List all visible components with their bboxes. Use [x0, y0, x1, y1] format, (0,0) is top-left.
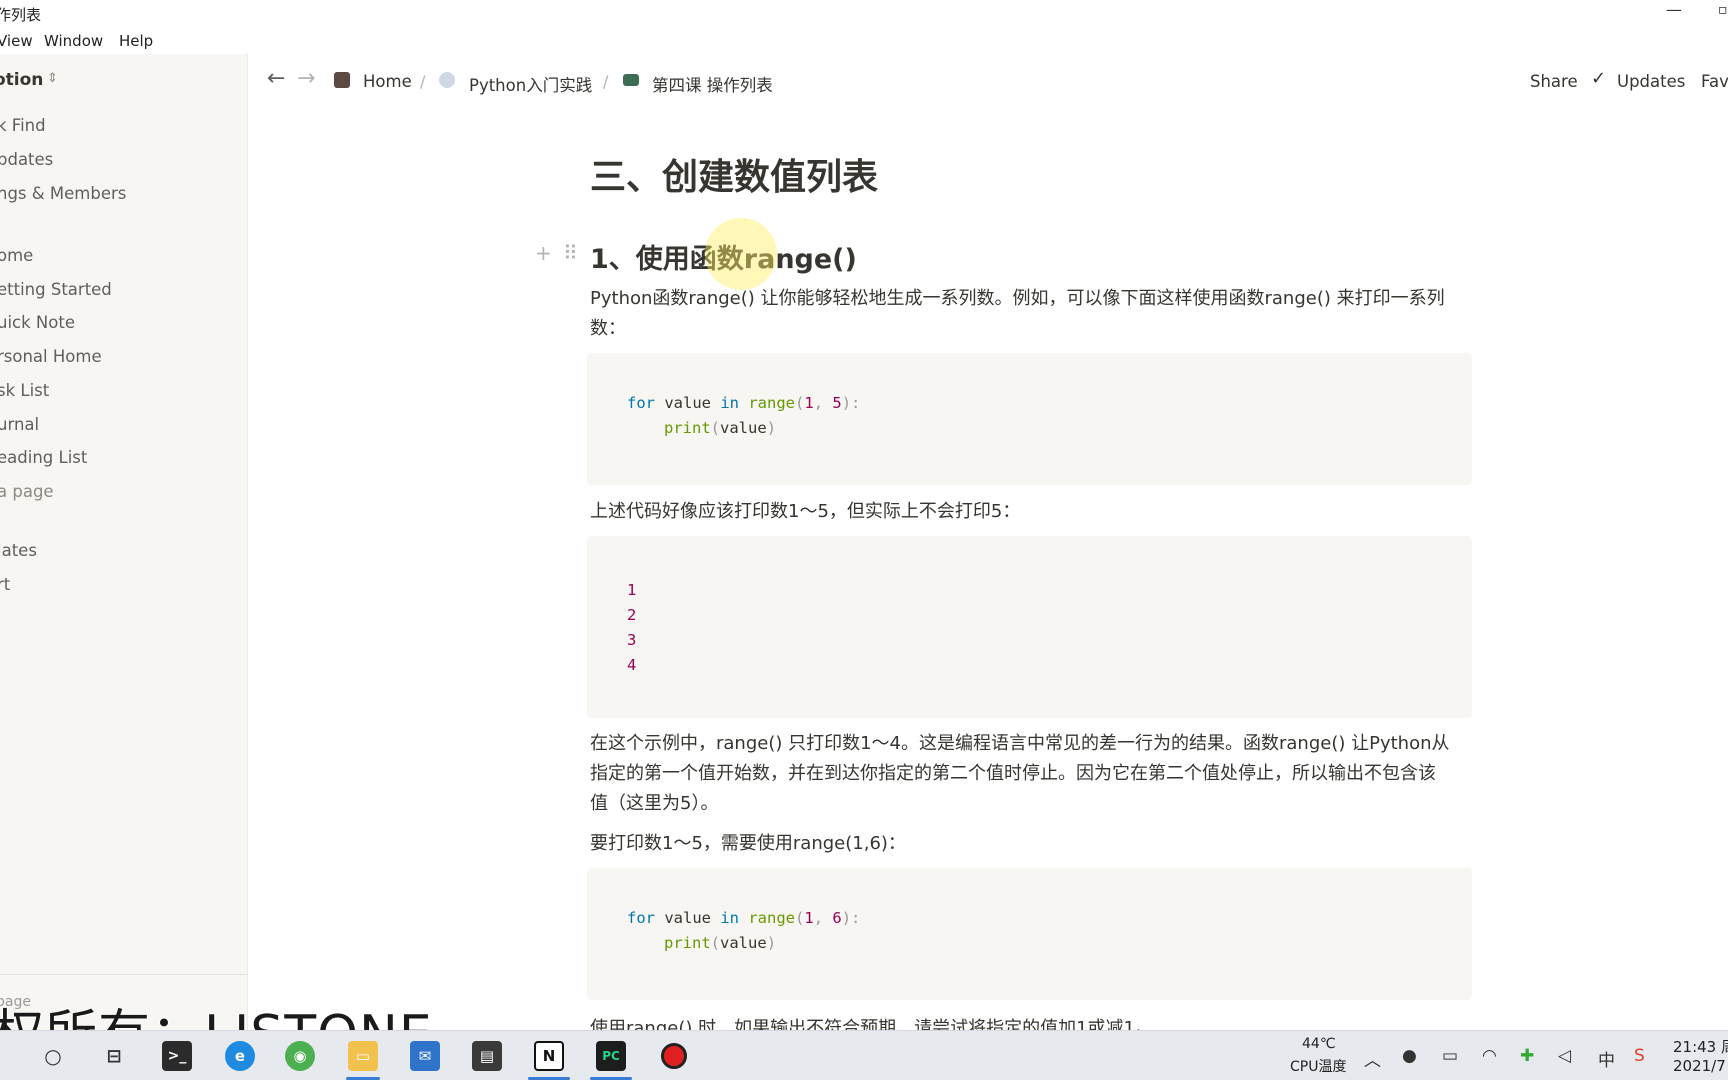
share-button[interactable]: Share: [1530, 72, 1578, 91]
drag-handle-icon[interactable]: ⠿: [563, 241, 578, 265]
store-icon[interactable]: ▤: [472, 1041, 502, 1071]
code-line: print(value): [664, 934, 777, 952]
top-bar: ← → Home / Python入门实践 / 第四课 操作列表 Share ✓…: [249, 54, 1728, 114]
lesson-page-icon: [623, 74, 639, 86]
sidebar-item-settings[interactable]: ngs & Members: [0, 184, 126, 203]
sidebar-item-import[interactable]: rt: [0, 575, 10, 594]
search-icon[interactable]: ○: [38, 1041, 68, 1071]
task-view-icon[interactable]: ⊟: [99, 1041, 129, 1071]
sidebar-item-templates[interactable]: lates: [0, 541, 37, 560]
code-line: for value in range(1, 6):: [627, 909, 861, 927]
menu-help[interactable]: Help: [119, 32, 153, 50]
cursor-highlight: [705, 218, 777, 290]
pycharm-icon[interactable]: PC: [596, 1041, 626, 1071]
forward-arrow-icon[interactable]: →: [297, 66, 315, 91]
record-icon[interactable]: [659, 1041, 689, 1071]
heading-1: 三、创建数值列表: [590, 157, 879, 198]
code-line: print(value): [664, 419, 777, 437]
code-line: for value in range(1, 5):: [627, 394, 861, 412]
sidebar-item-journal[interactable]: urnal: [0, 415, 39, 434]
wifi-icon[interactable]: ◠: [1482, 1046, 1497, 1066]
minimize-button[interactable]: —: [1666, 0, 1682, 19]
clock-time[interactable]: 21:43 周: [1673, 1036, 1728, 1057]
workspace-switcher[interactable]: otion: [0, 70, 43, 90]
home-page-icon: [334, 72, 350, 88]
terminal-icon[interactable]: >_: [162, 1041, 192, 1071]
security-icon[interactable]: ✚: [1520, 1046, 1534, 1066]
sidebar-item-reading-list[interactable]: eading List: [0, 448, 87, 467]
chevron-updown-icon[interactable]: ⇕: [47, 71, 58, 86]
back-arrow-icon[interactable]: ←: [267, 66, 285, 91]
cpu-temperature: 44℃: [1302, 1036, 1336, 1052]
output-line: 1: [627, 581, 637, 599]
code-block[interactable]: for value in range(1, 6): print(value): [587, 868, 1472, 1000]
output-line: 3: [627, 631, 637, 649]
paragraph: 在这个示例中，range() 只打印数1～4。这是编程语言中常见的差一行为的结果…: [590, 733, 1450, 814]
notion-icon[interactable]: N: [534, 1041, 564, 1071]
check-icon: ✓: [1591, 68, 1607, 89]
updates-button[interactable]: Updates: [1617, 72, 1685, 91]
paragraph: 上述代码好像应该打印数1～5，但实际上不会打印5：: [590, 501, 1021, 522]
menu-view[interactable]: View: [0, 32, 33, 50]
favorite-button[interactable]: Favo: [1701, 72, 1728, 91]
sidebar-item-home[interactable]: ome: [0, 246, 33, 265]
breadcrumb-lesson[interactable]: 第四课 操作列表: [652, 72, 773, 96]
breadcrumb-home[interactable]: Home: [363, 72, 412, 91]
chevron-up-icon[interactable]: ︿: [1364, 1046, 1381, 1071]
qq-icon[interactable]: ●: [1402, 1046, 1417, 1066]
python-page-icon: [439, 72, 455, 88]
breadcrumb-separator: /: [420, 72, 426, 91]
sidebar-add-page[interactable]: a page: [0, 482, 54, 501]
sidebar-item-personal-home[interactable]: rsonal Home: [0, 347, 102, 366]
sidebar-item-task-list[interactable]: sk List: [0, 381, 49, 400]
code-block[interactable]: for value in range(1, 5): print(value): [587, 353, 1472, 485]
maximize-button[interactable]: ▫: [1718, 2, 1728, 18]
title-bar: 作列表 — ▫: [0, 0, 1728, 28]
sidebar-divider: [0, 974, 247, 975]
output-block[interactable]: 1 2 3 4: [587, 536, 1472, 718]
paragraph: 要打印数1～5，需要使用range(1,6)：: [590, 833, 906, 854]
mail-icon[interactable]: ✉: [410, 1041, 440, 1071]
sidebar-item-updates[interactable]: pdates: [0, 150, 53, 169]
file-explorer-icon[interactable]: ▭: [348, 1041, 378, 1071]
edge-icon[interactable]: e: [225, 1041, 255, 1071]
breadcrumb-python[interactable]: Python入门实践: [469, 72, 592, 96]
sogou-icon[interactable]: S: [1634, 1046, 1645, 1066]
sidebar-item-quick-find[interactable]: k Find: [0, 116, 46, 135]
window-title: 作列表: [0, 6, 42, 24]
volume-icon[interactable]: ◁: [1558, 1046, 1571, 1066]
battery-icon[interactable]: ▭: [1442, 1046, 1458, 1066]
output-line: 4: [627, 656, 637, 674]
cpu-label: CPU温度: [1290, 1059, 1347, 1075]
chrome-icon[interactable]: ◉: [285, 1041, 315, 1071]
sidebar: otion ⇕ k Find pdates ngs & Members ome …: [0, 54, 248, 1030]
output-line: 2: [627, 606, 637, 624]
menu-bar: View Window Help: [0, 28, 1728, 54]
sidebar-item-quick-note[interactable]: uick Note: [0, 313, 75, 332]
sidebar-item-getting-started[interactable]: etting Started: [0, 280, 112, 299]
taskbar: ○ ⊟ >_ e ◉ ▭ ✉ ▤ N PC 44℃ CPU温度 ︿ ● ▭ ◠ …: [0, 1030, 1728, 1080]
clock-date[interactable]: 2021/7: [1673, 1057, 1726, 1075]
ime-indicator[interactable]: 中: [1598, 1046, 1615, 1071]
menu-window[interactable]: Window: [44, 32, 103, 50]
breadcrumb-separator: /: [603, 72, 609, 91]
paragraph: Python函数range() 让你能够轻松地生成一系列数。例如，可以像下面这样…: [590, 288, 1445, 339]
add-block-icon[interactable]: +: [535, 241, 552, 265]
